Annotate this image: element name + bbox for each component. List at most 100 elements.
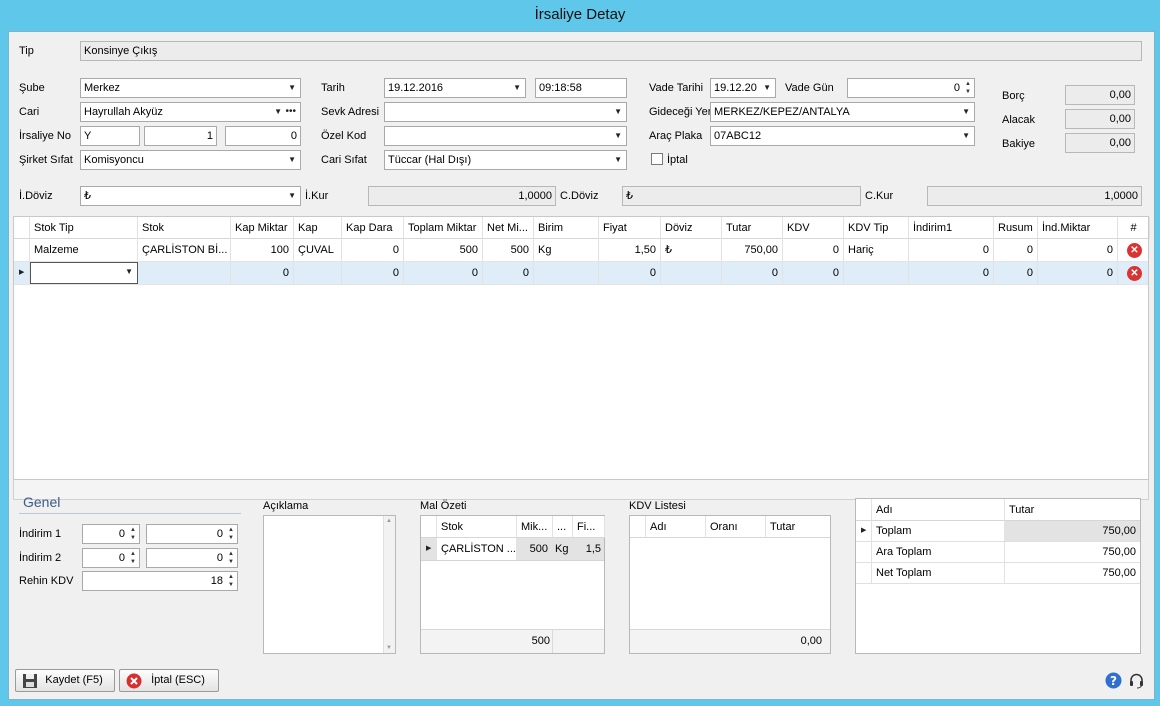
cancel-button[interactable]: İptal (ESC) [119, 669, 219, 692]
cell-tutar[interactable]: 750,00 [722, 239, 783, 261]
spin-arrows-icon[interactable]: ▲ ▼ [129, 550, 137, 566]
summary-row-net-toplam[interactable]: Net Toplam 750,00 [856, 563, 1140, 584]
aciklama-textarea[interactable]: ▲ ▼ [263, 515, 396, 654]
cell-stok[interactable]: ÇARLİSTON Bİ... [138, 239, 231, 261]
cell-kap-dara[interactable]: 0 [342, 239, 404, 261]
cell-kdv-tip[interactable]: Hariç [844, 239, 909, 261]
save-button[interactable]: Kaydet (F5) [15, 669, 115, 692]
grid-header-net-miktar[interactable]: Net Mi... [483, 217, 534, 239]
indirim1-a-stepper[interactable]: 0 ▲ ▼ [82, 524, 140, 544]
table-row[interactable]: ▶ ▼ 0 0 0 0 0 0 0 0 0 0 ✕ [14, 262, 1148, 285]
cell-net-miktar[interactable]: 0 [483, 262, 534, 284]
ozel-kod-select[interactable]: ▼ [384, 126, 627, 146]
cell-net-miktar[interactable]: 500 [483, 239, 534, 261]
cell-kap-dara[interactable]: 0 [342, 262, 404, 284]
sube-select[interactable]: Merkez ▼ [80, 78, 301, 98]
grid-header-tutar[interactable]: Tutar [722, 217, 783, 239]
tarih-picker[interactable]: 19.12.2016 ▼ [384, 78, 526, 98]
cell-rusum[interactable]: 0 [994, 262, 1038, 284]
saat-field[interactable]: 09:18:58 [535, 78, 627, 98]
indirim1-b-stepper[interactable]: 0 ▲ ▼ [146, 524, 238, 544]
vade-gun-stepper[interactable]: 0 ▲ ▼ [847, 78, 975, 98]
cell-toplam-miktar[interactable]: 500 [404, 239, 483, 261]
mal-ozeti-header-birim[interactable]: ... [553, 516, 573, 538]
spin-arrows-icon[interactable]: ▲ ▼ [227, 526, 235, 542]
cari-sifat-select[interactable]: Tüccar (Hal Dışı) ▼ [384, 150, 627, 170]
cell-stok[interactable] [138, 262, 231, 284]
cell-doviz[interactable]: ₺ [661, 239, 722, 261]
kdv-header-adi[interactable]: Adı [646, 516, 706, 538]
delete-row-icon[interactable]: ✕ [1127, 266, 1142, 281]
cell-toplam-miktar[interactable]: 0 [404, 262, 483, 284]
table-row[interactable]: Malzeme ÇARLİSTON Bİ... 100 ÇUVAL 0 500 … [14, 239, 1148, 262]
cell-kdv[interactable]: 0 [783, 262, 844, 284]
irsaliye-no1-field[interactable]: 1 [144, 126, 217, 146]
mal-ozeti-cell-miktar[interactable]: 500 [517, 538, 553, 560]
grid-header-stok[interactable]: Stok [138, 217, 231, 239]
grid-header-kdv[interactable]: KDV [783, 217, 844, 239]
spin-arrows-icon[interactable]: ▲ ▼ [964, 80, 972, 96]
sirket-select[interactable]: Komisyoncu ▼ [80, 150, 301, 170]
grid-header-ind-miktar[interactable]: İnd.Miktar [1038, 217, 1118, 239]
summary-header-adi[interactable]: Adı [872, 499, 1005, 521]
cell-rusum[interactable]: 0 [994, 239, 1038, 261]
cell-ind-miktar[interactable]: 0 [1038, 239, 1118, 261]
kdv-header-orani[interactable]: Oranı [706, 516, 766, 538]
cell-ind-miktar[interactable]: 0 [1038, 262, 1118, 284]
summary-row-ara-toplam[interactable]: Ara Toplam 750,00 [856, 542, 1140, 563]
grid-header-indirim1[interactable]: İndirim1 [909, 217, 994, 239]
indirim2-b-stepper[interactable]: 0 ▲ ▼ [146, 548, 238, 568]
cell-birim[interactable] [534, 262, 599, 284]
mal-ozeti-header-fiyat[interactable]: Fi... [573, 516, 605, 538]
help-icon[interactable]: ? [1105, 672, 1122, 689]
cell-fiyat[interactable]: 1,50 [599, 239, 661, 261]
delete-row-icon[interactable]: ✕ [1127, 243, 1142, 258]
scroll-up-icon[interactable]: ▲ [386, 518, 392, 524]
plaka-select[interactable]: 07ABC12 ▼ [710, 126, 975, 146]
mal-ozeti-cell-fiyat[interactable]: 1,5 [573, 538, 604, 560]
more-icon[interactable]: ••• [285, 103, 296, 121]
cell-stok-tip-editor[interactable]: ▼ [30, 262, 138, 284]
scroll-down-icon[interactable]: ▼ [386, 645, 392, 651]
headset-icon[interactable] [1128, 672, 1145, 689]
mal-ozeti-header-miktar[interactable]: Mik... [517, 516, 553, 538]
cell-indirim1[interactable]: 0 [909, 262, 994, 284]
vade-tarihi-picker[interactable]: 19.12.20 ▼ [710, 78, 776, 98]
cell-indirim1[interactable]: 0 [909, 239, 994, 261]
grid-header-rusum[interactable]: Rusum [994, 217, 1038, 239]
mal-ozeti-header-stok[interactable]: Stok [437, 516, 517, 538]
spin-arrows-icon[interactable]: ▲ ▼ [227, 573, 235, 589]
grid-header-doviz[interactable]: Döviz [661, 217, 722, 239]
indirim2-a-stepper[interactable]: 0 ▲ ▼ [82, 548, 140, 568]
mal-ozeti-cell-birim[interactable]: Kg [553, 538, 573, 560]
aciklama-scrollbar[interactable]: ▲ ▼ [383, 516, 395, 653]
grid-header-kap[interactable]: Kap [294, 217, 342, 239]
gidecegi-select[interactable]: MERKEZ/KEPEZ/ANTALYA ▼ [710, 102, 975, 122]
cell-kap[interactable] [294, 262, 342, 284]
list-item[interactable]: ▶ ÇARLİSTON ... 500 Kg 1,5 [421, 538, 604, 561]
cell-kap-miktar[interactable]: 100 [231, 239, 294, 261]
cell-tutar[interactable]: 0 [722, 262, 783, 284]
summary-row-toplam[interactable]: ▶ Toplam 750,00 [856, 521, 1140, 542]
idoviz-select[interactable]: ₺ ▼ [80, 186, 301, 206]
grid-header-kap-miktar[interactable]: Kap Miktar [231, 217, 294, 239]
grid-header-kap-dara[interactable]: Kap Dara [342, 217, 404, 239]
cell-birim[interactable]: Kg [534, 239, 599, 261]
cell-fiyat[interactable]: 0 [599, 262, 661, 284]
grid-header-kdv-tip[interactable]: KDV Tip [844, 217, 909, 239]
cell-stok-tip[interactable]: Malzeme [30, 239, 138, 261]
grid-header-birim[interactable]: Birim [534, 217, 599, 239]
summary-header-tutar[interactable]: Tutar [1005, 499, 1140, 521]
iptal-checkbox[interactable] [651, 153, 663, 165]
grid-header-toplam-miktar[interactable]: Toplam Miktar [404, 217, 483, 239]
irsaliye-seri-field[interactable]: Y [80, 126, 140, 146]
cell-kap[interactable]: ÇUVAL [294, 239, 342, 261]
sevk-select[interactable]: ▼ [384, 102, 627, 122]
cell-kap-miktar[interactable]: 0 [231, 262, 294, 284]
cell-doviz[interactable] [661, 262, 722, 284]
kdv-header-tutar[interactable]: Tutar [766, 516, 830, 538]
spin-arrows-icon[interactable]: ▲ ▼ [129, 526, 137, 542]
cell-kdv-tip[interactable] [844, 262, 909, 284]
grid-header-fiyat[interactable]: Fiyat [599, 217, 661, 239]
spin-arrows-icon[interactable]: ▲ ▼ [227, 550, 235, 566]
